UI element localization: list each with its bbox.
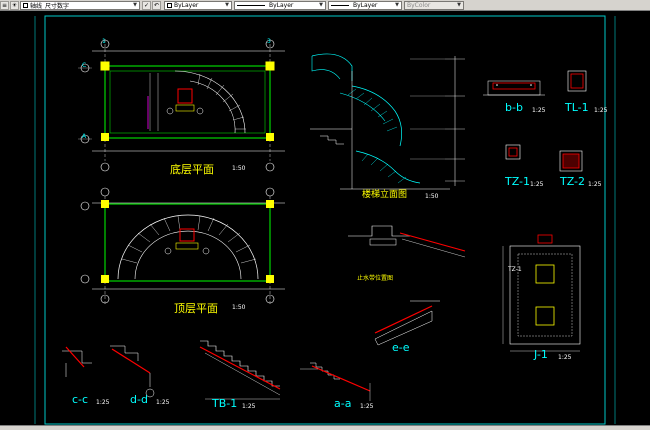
layer-color-swatch <box>23 2 28 8</box>
bb-title: b-b <box>505 101 523 114</box>
linetype-dropdown[interactable]: ByLayer ▼ <box>234 0 326 10</box>
tl1-scale: 1:25 <box>594 107 608 114</box>
aa-detail <box>300 362 371 401</box>
chevron-down-icon: ▼ <box>319 2 323 8</box>
cc-scale: 1:25 <box>96 399 110 406</box>
stair-section-scale: 1:50 <box>425 193 439 200</box>
linetype-sample <box>237 4 265 6</box>
lineweight-sample <box>331 4 349 6</box>
ground-floor-plan <box>78 39 285 172</box>
plan1-title: 底层平面 <box>170 163 214 176</box>
waterproof-detail <box>348 225 466 258</box>
tz2-detail <box>559 150 583 172</box>
tl1-title: TL-1 <box>565 101 589 114</box>
aa-scale: 1:25 <box>360 403 374 410</box>
layer-dropdown[interactable]: 轴线_尺寸数字 ▼ <box>20 0 140 10</box>
tz2-scale: 1:25 <box>588 181 602 188</box>
tz1-title: TZ-1 <box>505 175 531 188</box>
chevron-down-icon: ▼ <box>133 2 137 8</box>
drawing-frame <box>44 15 606 425</box>
cc-title: c-c <box>72 393 89 406</box>
aa-title: a-a <box>334 397 352 410</box>
dd-scale: 1:25 <box>156 399 170 406</box>
model-space-canvas[interactable]: 1 3 C A 底层平面 1:50 顶层平面 1:50 楼梯立面图 1:50 止… <box>0 11 650 430</box>
axis-label-c: C <box>82 62 87 69</box>
stair-section-title: 楼梯立面图 <box>362 190 408 200</box>
lineweight-dropdown[interactable]: ByLayer ▼ <box>328 0 402 10</box>
axis-label-a: A <box>82 133 87 140</box>
color-swatch <box>167 2 172 8</box>
waterproof-title: 止水带位置图 <box>357 275 394 282</box>
plan2-scale: 1:50 <box>232 304 246 311</box>
lineweight-value: ByLayer <box>353 1 378 9</box>
tz1-detail <box>505 144 521 160</box>
layer-manager-icon[interactable]: ≡ <box>0 0 9 10</box>
tl1-detail <box>567 70 587 92</box>
color-dropdown[interactable]: ByLayer ▼ <box>164 0 232 10</box>
properties-toolbar: ≡ ☀ 轴线_尺寸数字 ▼ ✓ ↶ ByLayer ▼ ByLayer ▼ By… <box>0 0 650 11</box>
dd-detail <box>110 345 155 398</box>
tz2-title: TZ-2 <box>560 175 586 188</box>
ee-title: e-e <box>392 341 410 354</box>
color-value: ByLayer <box>174 1 199 9</box>
ee-detail <box>374 300 440 346</box>
j1-title: J-1 <box>534 348 548 361</box>
plan1-scale: 1:50 <box>232 165 246 172</box>
tb1-detail <box>199 340 281 400</box>
bulb-icon[interactable]: ☀ <box>10 0 19 10</box>
plotstyle-value: ByColor <box>407 1 431 9</box>
bb-detail <box>483 80 545 96</box>
stair-elevation <box>310 53 465 190</box>
j1-scale: 1:25 <box>558 354 572 361</box>
tz1-tag: TZ-1 <box>508 266 522 273</box>
dd-title: d-d <box>130 393 148 406</box>
tz1-scale: 1:25 <box>530 181 544 188</box>
cc-detail <box>62 346 92 377</box>
chevron-down-icon: ▼ <box>457 2 461 8</box>
layer-previous-icon[interactable]: ↶ <box>152 0 161 10</box>
plan2-title: 顶层平面 <box>174 302 218 315</box>
tb1-scale: 1:25 <box>242 403 256 410</box>
chevron-down-icon: ▼ <box>395 2 399 8</box>
plotstyle-dropdown: ByColor ▼ <box>404 0 464 10</box>
layer-name: 轴线_尺寸数字 <box>30 2 70 10</box>
linetype-value: ByLayer <box>269 1 294 9</box>
chevron-down-icon: ▼ <box>225 2 229 8</box>
status-bar <box>0 425 650 430</box>
j1-foundation <box>502 234 581 352</box>
tb1-title: TB-1 <box>212 397 238 410</box>
bb-scale: 1:25 <box>532 107 546 114</box>
top-floor-plan <box>80 187 285 306</box>
drawing-svg <box>34 15 616 425</box>
axis-label-3-top: 3 <box>267 38 271 45</box>
make-current-icon[interactable]: ✓ <box>142 0 151 10</box>
axis-label-1-top: 1 <box>102 38 106 45</box>
